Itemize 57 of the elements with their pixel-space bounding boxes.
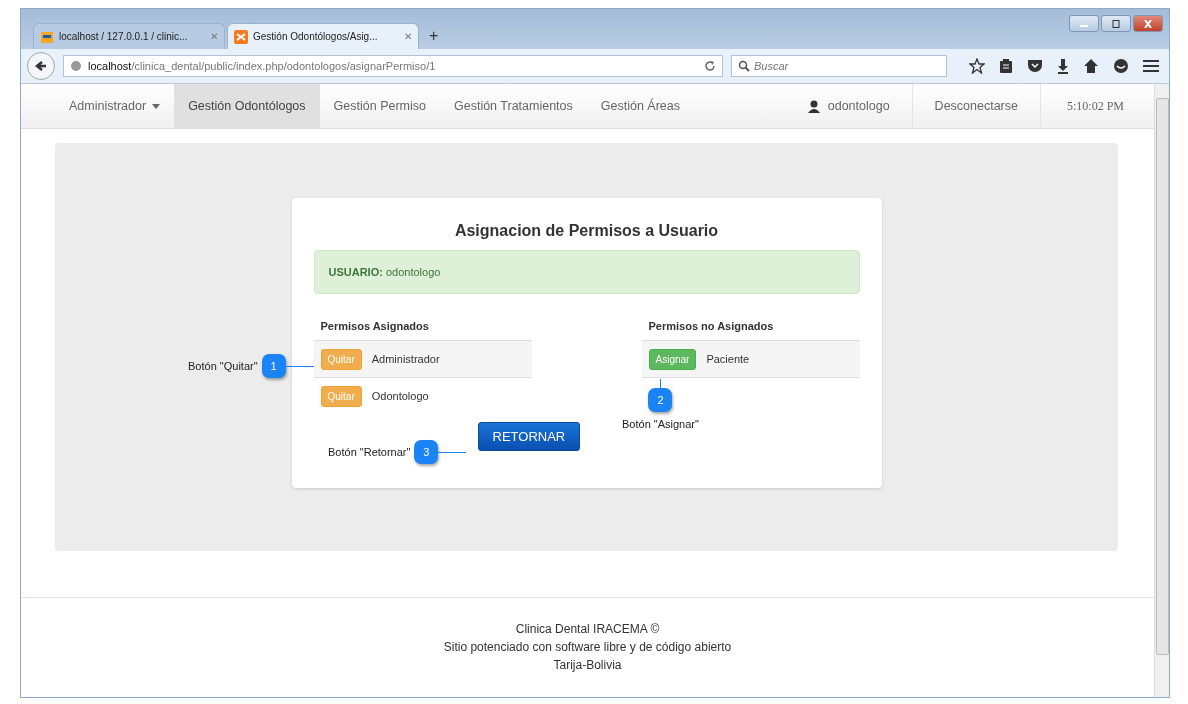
nav-item[interactable]: Administrador bbox=[55, 84, 175, 128]
footer-text: Clinica Dental IRACEMA © bbox=[515, 621, 660, 638]
new-tab-button[interactable]: + bbox=[429, 27, 439, 45]
nav-item[interactable]: Gestión Odontólogos bbox=[174, 84, 320, 128]
leader-line bbox=[285, 365, 314, 367]
maximize-button[interactable] bbox=[1101, 15, 1131, 32]
pocket-icon[interactable] bbox=[1027, 59, 1043, 73]
search-icon bbox=[738, 60, 750, 72]
permission-name: Odontologo bbox=[371, 390, 429, 402]
browser-tab[interactable]: Gestión Odontólogos/Asig... ✕ bbox=[227, 23, 419, 49]
clock-text: 5:10:02 PM bbox=[1066, 97, 1125, 115]
permission-name: Paciente bbox=[706, 353, 750, 365]
globe-icon bbox=[70, 60, 82, 72]
column-heading: Permisos no Asignados bbox=[647, 320, 775, 334]
callout-label: Botón "Retornar" bbox=[328, 446, 411, 458]
callout-number: 3 bbox=[414, 440, 439, 464]
back-button[interactable] bbox=[27, 52, 55, 80]
star-icon[interactable] bbox=[969, 58, 985, 74]
close-icon bbox=[1143, 19, 1153, 28]
footer-text: Tarija-Bolivia bbox=[553, 657, 622, 674]
app-logo-icon bbox=[40, 29, 54, 44]
permission-name: Administrador bbox=[371, 353, 440, 365]
search-bar[interactable]: Buscar bbox=[731, 55, 947, 77]
leader-line bbox=[438, 451, 467, 453]
url-text: localhost/clinica_dental/public/index.php/odontologos/asignarPermiso/1 bbox=[88, 60, 436, 72]
nav-item[interactable]: Gestión Tratamientos bbox=[440, 84, 587, 128]
nav-item[interactable]: Gestión Permiso bbox=[319, 84, 440, 128]
card-title: Asignacion de Permisos a Usuario bbox=[453, 222, 720, 240]
back-arrow-icon bbox=[35, 60, 47, 72]
leader-line bbox=[659, 379, 661, 388]
return-button[interactable]: RETORNAR bbox=[477, 422, 581, 451]
column-heading: Permisos Asignados bbox=[319, 320, 430, 334]
user-icon bbox=[807, 99, 820, 113]
maximize-icon bbox=[1111, 19, 1121, 28]
address-bar[interactable]: localhost/clinica_dental/public/index.php/odontologos/asignarPermiso/1 bbox=[63, 55, 723, 77]
user-alert: USUARIO: odontologo bbox=[313, 250, 860, 294]
download-icon[interactable] bbox=[1057, 58, 1069, 74]
browser-tab[interactable]: localhost / 127.0.0.1 / clinic... ✕ bbox=[33, 23, 225, 49]
footer-text: Sitio potenciado con software libre y de código abierto bbox=[443, 639, 732, 656]
close-button[interactable] bbox=[1133, 15, 1163, 32]
callout-label: Botón "Asignar" bbox=[622, 418, 699, 430]
callout-number: 2 bbox=[648, 388, 673, 412]
callout-number: 1 bbox=[261, 354, 286, 378]
user-menu[interactable]: odontologo bbox=[785, 84, 913, 128]
smiley-icon[interactable] bbox=[1113, 58, 1129, 74]
username: odontologo bbox=[827, 99, 890, 113]
logout-link[interactable]: Desconectarse bbox=[912, 84, 1041, 128]
scrollbar[interactable] bbox=[1154, 84, 1169, 697]
caret-icon bbox=[152, 103, 161, 109]
nav-item[interactable]: Gestión Áreas bbox=[586, 84, 694, 128]
app-logo-icon bbox=[234, 29, 248, 44]
close-icon[interactable]: ✕ bbox=[404, 31, 412, 42]
reload-icon[interactable] bbox=[704, 60, 716, 72]
callout-label: Botón "Quitar" bbox=[188, 360, 258, 372]
clipboard-icon[interactable] bbox=[999, 58, 1013, 74]
menu-icon[interactable] bbox=[1143, 59, 1159, 73]
home-icon[interactable] bbox=[1083, 58, 1099, 74]
